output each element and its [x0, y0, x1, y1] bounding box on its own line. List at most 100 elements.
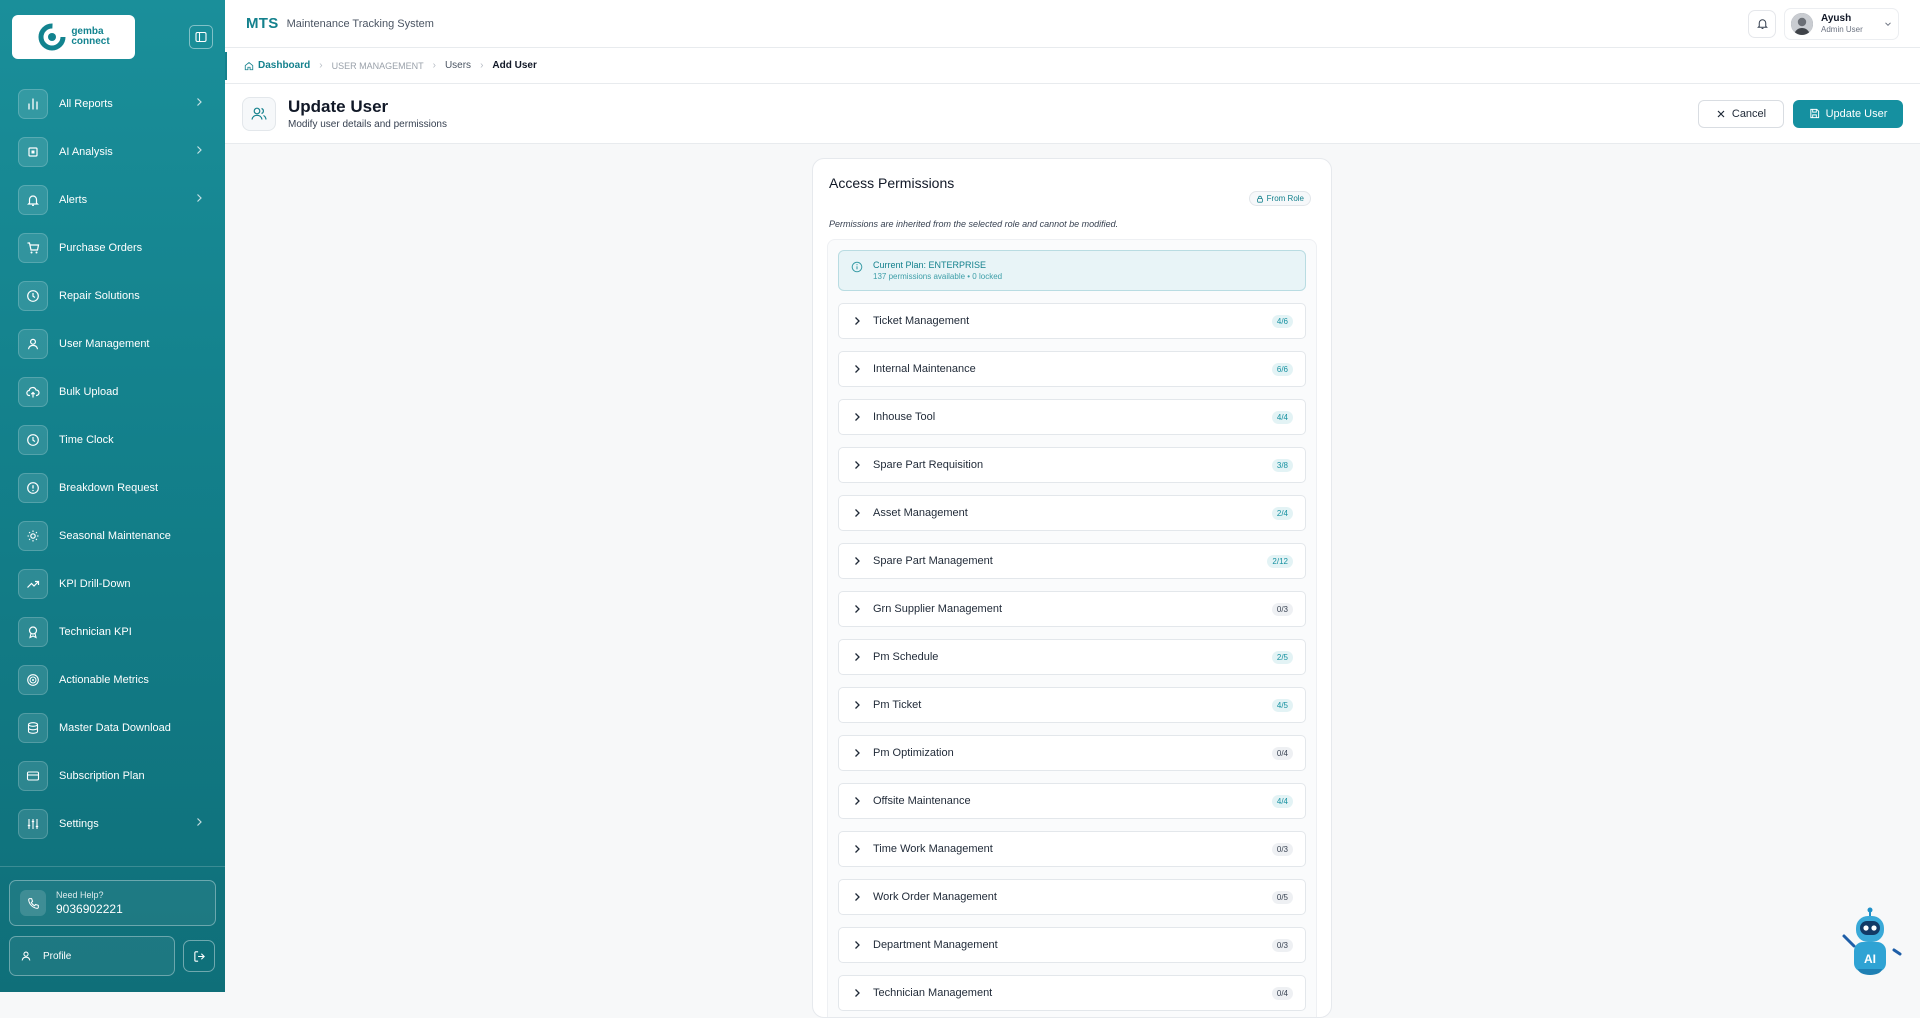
update-user-button[interactable]: Update User	[1793, 99, 1903, 128]
current-plan-title: Current Plan: ENTERPRISE	[873, 260, 987, 270]
breadcrumb-dashboard[interactable]: Dashboard	[244, 60, 310, 71]
users-icon	[242, 96, 276, 131]
sidebar-item-label: Breakdown Request	[59, 482, 159, 494]
user-name: Ayush	[1821, 12, 1852, 24]
bar-chart-icon	[18, 89, 48, 119]
sidebar-item-technician-kpi[interactable]: Technician KPI	[0, 608, 225, 656]
alert-circle-icon	[18, 473, 48, 503]
permission-group-spare-part-management[interactable]: Spare Part Management 2/12	[838, 543, 1306, 579]
permission-group-technician-management[interactable]: Technician Management 0/4	[838, 975, 1306, 1011]
permission-group-offsite-maintenance[interactable]: Offsite Maintenance 4/4	[838, 783, 1306, 819]
permission-group-pm-schedule[interactable]: Pm Schedule 2/5	[838, 639, 1306, 675]
chevron-right-icon	[197, 146, 202, 154]
sidebar-item-repair-solutions[interactable]: Repair Solutions	[0, 272, 225, 320]
permission-group-name: Asset Management	[873, 507, 968, 519]
notifications-button[interactable]	[1748, 9, 1776, 38]
sidebar-item-alerts[interactable]: Alerts	[0, 176, 225, 224]
need-help-card[interactable]: Need Help? 9036902221	[9, 880, 216, 926]
collapse-sidebar-button[interactable]	[189, 25, 213, 49]
cancel-button[interactable]: Cancel	[1698, 99, 1784, 128]
permission-count-badge: 0/5	[1271, 890, 1293, 904]
page-subtitle: Modify user details and permissions	[288, 119, 447, 130]
sidebar-item-label: AI Analysis	[59, 146, 113, 158]
sidebar-item-purchase-orders[interactable]: Purchase Orders	[0, 224, 225, 272]
permission-group-name: Time Work Management	[873, 843, 993, 855]
permission-group-grn-supplier-management[interactable]: Grn Supplier Management 0/3	[838, 591, 1306, 627]
sidebar-item-subscription-plan[interactable]: Subscription Plan	[0, 752, 225, 800]
access-permissions-title: Access Permissions	[829, 175, 955, 191]
app-subtitle: Maintenance Tracking System	[286, 17, 434, 30]
permission-count-badge: 4/5	[1271, 698, 1293, 712]
permission-group-spare-part-requisition[interactable]: Spare Part Requisition 3/8	[838, 447, 1306, 483]
bell-icon	[1756, 19, 1768, 29]
permission-group-pm-ticket[interactable]: Pm Ticket 4/5	[838, 687, 1306, 723]
chevron-right-icon	[855, 413, 860, 421]
robot-icon	[1842, 907, 1902, 975]
permission-group-department-management[interactable]: Department Management 0/3	[838, 927, 1306, 963]
permission-group-ticket-management[interactable]: Ticket Management 4/6	[838, 303, 1306, 339]
permission-group-name: Work Order Management	[873, 891, 997, 903]
clock-icon	[18, 425, 48, 455]
breadcrumb: Dashboard › USER MANAGEMENT › Users › Ad…	[225, 48, 1920, 84]
chevron-right-icon	[197, 818, 202, 826]
sidebar-item-ai-analysis[interactable]: AI Analysis	[0, 128, 225, 176]
sidebar-item-all-reports[interactable]: All Reports	[0, 80, 225, 128]
page-header: Update User Modify user details and perm…	[225, 84, 1920, 144]
current-plan-summary: 137 permissions available • 0 locked	[873, 272, 1003, 281]
chevron-right-icon	[197, 98, 202, 106]
target-icon	[18, 665, 48, 695]
sidebar-item-actionable-metrics[interactable]: Actionable Metrics	[0, 656, 225, 704]
sidebar-item-bulk-upload[interactable]: Bulk Upload	[0, 368, 225, 416]
permission-group-internal-maintenance[interactable]: Internal Maintenance 6/6	[838, 351, 1306, 387]
sidebar-item-breakdown-request[interactable]: Breakdown Request	[0, 464, 225, 512]
sidebar-item-time-clock[interactable]: Time Clock	[0, 416, 225, 464]
logo-mark-icon	[38, 23, 66, 51]
permission-group-pm-optimization[interactable]: Pm Optimization 0/4	[838, 735, 1306, 771]
logout-button[interactable]	[183, 940, 215, 972]
permission-group-work-order-management[interactable]: Work Order Management 0/5	[838, 879, 1306, 915]
permission-count-badge: 4/4	[1271, 410, 1293, 424]
cloud-upload-icon	[18, 377, 48, 407]
sidebar-item-master-data-download[interactable]: Master Data Download	[0, 704, 225, 752]
panel-left-icon	[195, 31, 207, 43]
permission-group-inhouse-tool[interactable]: Inhouse Tool 4/4	[838, 399, 1306, 435]
user-menu[interactable]: Ayush Admin User	[1784, 7, 1899, 40]
permission-count-badge: 2/12	[1267, 554, 1293, 568]
sidebar-item-label: Settings	[59, 818, 99, 830]
sidebar-item-kpi-drill-down[interactable]: KPI Drill-Down	[0, 560, 225, 608]
permission-group-name: Technician Management	[873, 987, 993, 999]
permission-group-name: Internal Maintenance	[873, 363, 976, 375]
permission-group-name: Spare Part Requisition	[873, 459, 984, 471]
save-icon	[1809, 108, 1819, 119]
cpu-icon	[18, 137, 48, 167]
cancel-label: Cancel	[1731, 107, 1767, 120]
permission-group-name: Pm Optimization	[873, 747, 954, 759]
permission-count-badge: 6/6	[1271, 362, 1293, 376]
profile-button[interactable]: Profile	[9, 936, 175, 976]
sidebar-item-settings[interactable]: Settings	[0, 800, 225, 848]
user-role: Admin User	[1821, 24, 1863, 34]
breadcrumb-users[interactable]: Users	[445, 60, 471, 71]
sidebar-item-label: Time Clock	[59, 434, 114, 446]
gemba-connect-logo[interactable]: gemba connect	[12, 15, 135, 59]
breadcrumb-user-management[interactable]: USER MANAGEMENT	[332, 61, 424, 71]
chevron-right-icon	[855, 749, 860, 757]
permission-count-badge: 0/4	[1271, 986, 1293, 1000]
chevron-right-icon	[855, 317, 860, 325]
credit-card-icon	[18, 761, 48, 791]
ai-assistant-button[interactable]: AI	[1838, 906, 1902, 978]
permission-group-asset-management[interactable]: Asset Management 2/4	[838, 495, 1306, 531]
users-icon	[18, 329, 48, 359]
sidebar-item-user-management[interactable]: User Management	[0, 320, 225, 368]
sidebar-item-seasonal-maintenance[interactable]: Seasonal Maintenance	[0, 512, 225, 560]
sidebar-item-label: Technician KPI	[59, 626, 132, 638]
sidebar-item-label: Bulk Upload	[59, 386, 119, 398]
breadcrumb-accent	[225, 52, 227, 80]
help-phone-number[interactable]: 9036902221	[56, 902, 123, 916]
app-brand[interactable]: MTS	[246, 15, 279, 32]
permission-group-time-work-management[interactable]: Time Work Management 0/3	[838, 831, 1306, 867]
logo-text-line2: connect	[71, 36, 110, 47]
cart-icon	[18, 233, 48, 263]
permission-count-badge: 0/3	[1271, 602, 1293, 616]
from-role-badge: From Role	[1248, 191, 1311, 206]
